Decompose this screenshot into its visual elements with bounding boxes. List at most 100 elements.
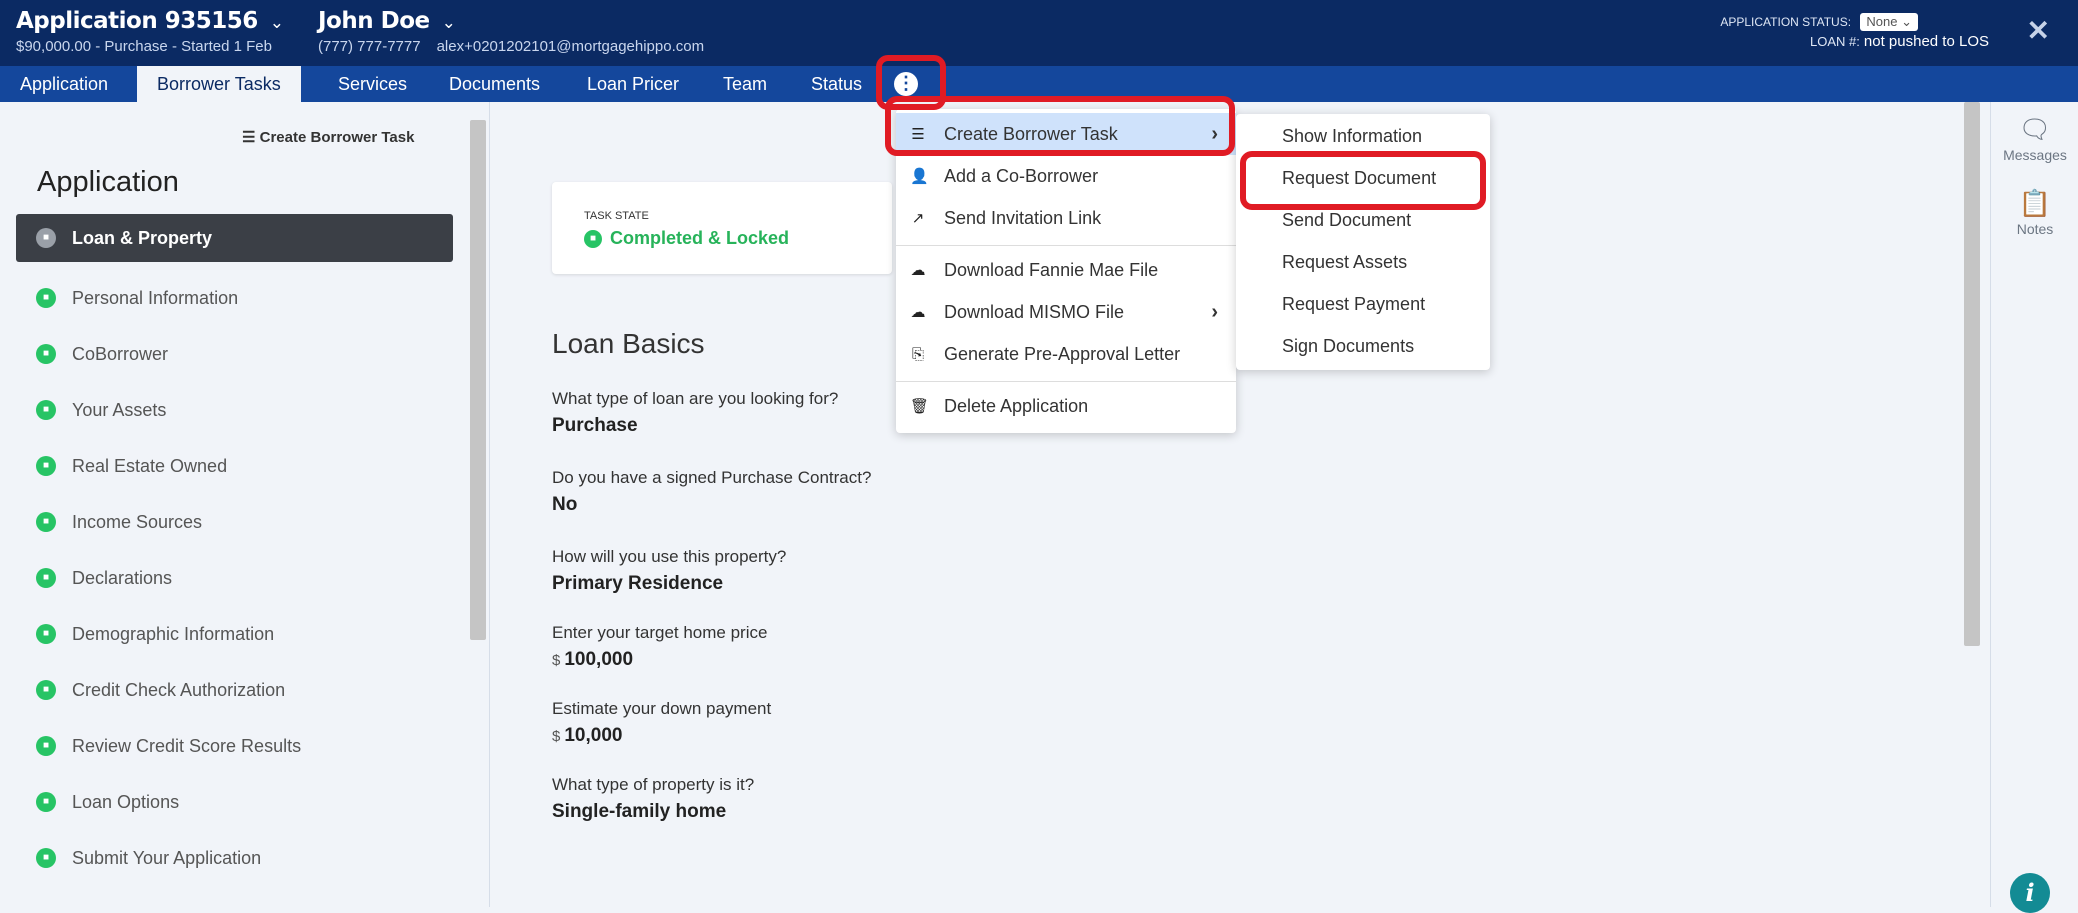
application-title-text: Application 935156 bbox=[16, 8, 258, 34]
sidebar-item-label: Real Estate Owned bbox=[72, 455, 228, 476]
tab-borrower-tasks[interactable]: Borrower Tasks bbox=[137, 66, 301, 102]
answer-value: Single-family home bbox=[552, 801, 754, 823]
menu-item-generate-pre-approval-letter[interactable]: ⎘ Generate Pre-Approval Letter bbox=[896, 333, 1236, 375]
currency-symbol: $ bbox=[552, 652, 561, 669]
question-label: Do you have a signed Purchase Contract? bbox=[552, 468, 872, 487]
right-panel: 🗨 Messages 📋 Notes bbox=[1990, 102, 2078, 907]
share-icon: ↗ bbox=[911, 210, 925, 227]
messages-button[interactable]: 🗨 Messages bbox=[1991, 114, 2078, 163]
application-status: APPLICATION STATUS: None ⌄ bbox=[1720, 13, 1918, 31]
tab-team[interactable]: Team bbox=[703, 66, 787, 102]
clipboard-icon: 📋 bbox=[2018, 188, 2052, 218]
chevron-down-icon[interactable]: ⌄ bbox=[442, 13, 456, 33]
question-label: Estimate your down payment bbox=[552, 699, 772, 718]
answer-text: Primary Residence bbox=[552, 573, 724, 594]
sidebar-item-label: Demographic Information bbox=[72, 623, 275, 644]
sidebar-item-label: Declarations bbox=[72, 567, 173, 588]
lock-icon: ■ bbox=[36, 736, 56, 756]
sidebar-item-label: Your Assets bbox=[72, 399, 167, 420]
lock-icon: ■ bbox=[36, 568, 56, 588]
close-icon[interactable]: ✕ bbox=[2027, 14, 2050, 47]
sidebar-item-demographic-information[interactable]: ■ Demographic Information bbox=[16, 606, 453, 662]
status-value: None bbox=[1866, 14, 1898, 29]
menu-item-delete-application[interactable]: 🗑 Delete Application bbox=[896, 385, 1236, 427]
menu-item-add-co-borrower[interactable]: 👤 Add a Co-Borrower bbox=[896, 155, 1236, 197]
section-title: Loan Basics bbox=[552, 328, 705, 359]
menu-item-download-fannie-mae-file[interactable]: ☁ Download Fannie Mae File bbox=[896, 249, 1236, 291]
tab-loan-pricer[interactable]: Loan Pricer bbox=[567, 66, 699, 102]
question-down-payment: Estimate your down payment $10,000 bbox=[552, 699, 771, 747]
loan-value: not pushed to LOS bbox=[1863, 33, 1989, 50]
lock-icon: ■ bbox=[36, 288, 56, 308]
menu-divider bbox=[896, 381, 1236, 382]
submenu-item-send-document[interactable]: Send Document bbox=[1282, 210, 1411, 231]
document-export-icon: ⎘ bbox=[911, 345, 924, 363]
borrower-email: alex+0201202101@mortgagehippo.com bbox=[436, 38, 705, 55]
cloud-download-icon: ☁ bbox=[910, 304, 926, 321]
tab-status[interactable]: Status bbox=[791, 66, 882, 102]
answer-text: Purchase bbox=[552, 415, 638, 436]
menu-item-send-invitation-link[interactable]: ↗ Send Invitation Link bbox=[896, 197, 1236, 239]
sidebar-item-review-credit-score-results[interactable]: ■ Review Credit Score Results bbox=[16, 718, 453, 774]
sidebar-item-loan-options[interactable]: ■ Loan Options bbox=[16, 774, 453, 830]
lock-icon: ■ bbox=[36, 400, 56, 420]
sidebar-item-loan-property[interactable]: ■ Loan & Property bbox=[16, 214, 453, 262]
lock-icon: ■ bbox=[36, 792, 56, 812]
borrower-phone: (777) 777-7777 bbox=[318, 38, 421, 55]
notes-label: Notes bbox=[2016, 221, 2054, 237]
answer-value: Purchase bbox=[552, 415, 838, 437]
sidebar-item-income-sources[interactable]: ■ Income Sources bbox=[16, 494, 453, 550]
cloud-download-icon: ☁ bbox=[910, 262, 926, 279]
messages-label: Messages bbox=[2003, 147, 2067, 163]
sidebar: ☰ Create Borrower Task Application ■ Loan… bbox=[0, 102, 490, 907]
loan-label: LOAN #: bbox=[1810, 34, 1860, 49]
question-purchase-contract: Do you have a signed Purchase Contract? … bbox=[552, 468, 871, 516]
question-property-use: How will you use this property? Primary … bbox=[552, 547, 786, 595]
main-scrollbar[interactable] bbox=[1964, 102, 1980, 646]
sidebar-item-coborrower[interactable]: ■ CoBorrower bbox=[16, 326, 453, 382]
sidebar-scrollbar[interactable] bbox=[470, 120, 486, 640]
chevron-down-icon: ⌄ bbox=[1901, 14, 1912, 29]
status-select[interactable]: None ⌄ bbox=[1860, 13, 1918, 31]
sidebar-item-label: Review Credit Score Results bbox=[72, 735, 302, 756]
borrower-name[interactable]: John Doe ⌄ bbox=[318, 8, 456, 34]
trash-icon: 🗑 bbox=[910, 398, 930, 415]
submenu-item-sign-documents[interactable]: Sign Documents bbox=[1282, 336, 1414, 357]
task-state-text: Completed & Locked bbox=[610, 228, 790, 248]
question-loan-type: What type of loan are you looking for? P… bbox=[552, 389, 838, 437]
submenu-item-show-information[interactable]: Show Information bbox=[1282, 126, 1422, 147]
create-borrower-task-button[interactable]: ☰ Create Borrower Task bbox=[242, 128, 414, 146]
tab-application[interactable]: Application bbox=[0, 66, 128, 102]
add-user-icon: 👤 bbox=[910, 168, 929, 185]
submenu-item-request-payment[interactable]: Request Payment bbox=[1282, 294, 1425, 315]
sidebar-item-label: Submit Your Application bbox=[72, 847, 262, 868]
menu-divider bbox=[896, 245, 1236, 246]
menu-item-label: Delete Application bbox=[944, 395, 1089, 416]
sidebar-title: Application bbox=[37, 166, 179, 198]
sidebar-item-real-estate-owned[interactable]: ■ Real Estate Owned bbox=[16, 438, 453, 494]
sidebar-item-personal-information[interactable]: ■ Personal Information bbox=[16, 270, 453, 326]
lock-icon: ■ bbox=[36, 624, 56, 644]
info-icon[interactable]: i bbox=[2010, 873, 2050, 913]
sidebar-item-submit-your-application[interactable]: ■ Submit Your Application bbox=[16, 830, 453, 886]
chat-bubble-icon: 🗨 bbox=[2018, 114, 2052, 144]
task-state-label: TASK STATE bbox=[584, 210, 649, 222]
sidebar-item-credit-check-authorization[interactable]: ■ Credit Check Authorization bbox=[16, 662, 453, 718]
highlight-request-document bbox=[1240, 151, 1486, 210]
tab-services[interactable]: Services bbox=[318, 66, 427, 102]
tab-documents[interactable]: Documents bbox=[429, 66, 560, 102]
menu-item-download-mismo-file[interactable]: ☁ Download MISMO File › bbox=[896, 291, 1236, 333]
currency-symbol: $ bbox=[552, 728, 561, 745]
sidebar-item-declarations[interactable]: ■ Declarations bbox=[16, 550, 453, 606]
notes-button[interactable]: 📋 Notes bbox=[1991, 188, 2078, 237]
sidebar-item-label: Loan & Property bbox=[72, 227, 213, 248]
sidebar-item-label: Loan Options bbox=[72, 791, 180, 812]
submenu-item-request-assets[interactable]: Request Assets bbox=[1282, 252, 1407, 273]
sidebar-item-label: Personal Information bbox=[72, 287, 239, 308]
borrower-contact: (777) 777-7777 alex+0201202101@mortgagehi… bbox=[318, 38, 704, 55]
chevron-down-icon[interactable]: ⌄ bbox=[270, 13, 284, 33]
question-home-price: Enter your target home price $100,000 bbox=[552, 623, 767, 671]
lock-icon: ■ bbox=[36, 848, 56, 868]
sidebar-item-your-assets[interactable]: ■ Your Assets bbox=[16, 382, 453, 438]
application-title[interactable]: Application 935156 ⌄ bbox=[16, 8, 284, 34]
